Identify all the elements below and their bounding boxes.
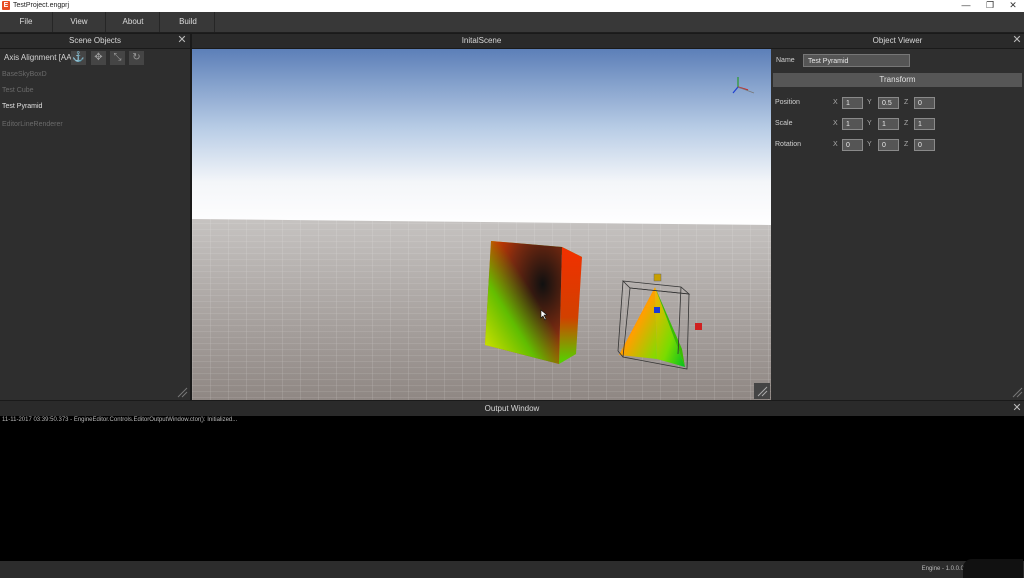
name-label: Name [776,57,795,64]
test-cube-model[interactable] [485,241,582,364]
scale-label: Scale [775,120,793,127]
resize-grip-icon[interactable] [176,386,188,398]
menu-about[interactable]: About [107,12,160,32]
position-y-input[interactable]: 0.5 [878,97,899,109]
object-viewer-close-icon[interactable]: ✕ [1011,34,1023,48]
position-x-input[interactable]: 1 [842,97,863,109]
object-viewer-panel: Name Test Pyramid Transform Position X 1… [771,49,1024,400]
scene-objects-panel: Axis Alignment [AA] ⚓ ✥ ⤡ ↻ BaseSkyBoxD … [0,49,190,400]
rotate-icon[interactable]: ↻ [129,51,144,65]
app-logo-icon: E [2,1,10,10]
rotation-x-label: X [833,141,838,148]
tree-item-line-renderer[interactable]: EditorLineRenderer [2,120,63,130]
menu-file[interactable]: File [0,12,53,32]
scale-z-input[interactable]: 1 [914,118,935,130]
status-text: Engine - 1.0.0.0 [921,566,964,572]
rotation-x-input[interactable]: 0 [842,139,863,151]
scene-objects-close-icon[interactable]: ✕ [176,34,188,48]
scene-render[interactable] [192,49,771,400]
scale-x-label: X [833,120,838,127]
status-bar: Engine - 1.0.0.0 [0,559,1024,578]
position-z-label: Z [904,99,909,106]
viewport-title: InitalScene [461,36,502,45]
log-line: 11-11-2017 03:39:50.373 - EngineEditor.C… [2,417,238,423]
object-viewer-header: Object Viewer [771,34,1024,48]
tree-item-test-cube[interactable]: Test Cube [2,86,34,96]
transform-section-header[interactable]: Transform [773,73,1022,87]
scale-icon[interactable]: ⤡ [110,51,125,65]
rotation-label: Rotation [775,141,802,148]
tree-item-test-pyramid[interactable]: Test Pyramid [2,102,42,112]
tree-item-skybox[interactable]: BaseSkyBoxD [2,70,47,80]
position-label: Position [775,99,800,106]
minimize-button[interactable]: — [955,0,977,12]
output-window-header: Output Window ✕ [0,401,1024,416]
rotation-y-input[interactable]: 0 [878,139,899,151]
title-bar: E TestProject.engprj — ❐ ✕ [0,0,1024,12]
output-console[interactable]: 11-11-2017 03:39:50.373 - EngineEditor.C… [0,416,1024,561]
position-z-input[interactable]: 0 [914,97,935,109]
scale-z-label: Z [904,120,909,127]
gizmo-x-handle-icon[interactable] [695,323,702,330]
scene-viewport[interactable] [192,49,771,400]
scene-objects-title: Scene Objects [68,36,122,45]
position-y-label: Y [867,99,872,106]
move-icon[interactable]: ✥ [91,51,106,65]
axis-alignment-label: Axis Alignment [AA] [4,53,74,62]
viewport-resize-grip-icon[interactable] [754,383,770,399]
output-window-title: Output Window [484,404,540,413]
axis-toolbar: Axis Alignment [AA] ⚓ ✥ ⤡ ↻ [0,49,190,67]
scale-y-input[interactable]: 1 [878,118,899,130]
rotation-y-label: Y [867,141,872,148]
viewport-header: InitalScene [192,34,771,48]
menu-bar: File View About Build [0,12,1024,33]
anchor-icon[interactable]: ⚓ [71,51,86,65]
position-x-label: X [833,99,838,106]
object-viewer-title: Object Viewer [872,36,923,45]
window-title: TestProject.engprj [13,2,70,9]
output-close-icon[interactable]: ✕ [1011,402,1023,416]
window-close-button[interactable]: ✕ [1002,0,1024,12]
gizmo-y-handle-icon[interactable] [653,273,662,282]
rotation-z-input[interactable]: 0 [914,139,935,151]
status-corner [963,559,1023,578]
menu-view[interactable]: View [53,12,106,32]
object-viewer-resize-grip-icon[interactable] [1011,386,1023,398]
object-name-input[interactable]: Test Pyramid [803,54,910,67]
scene-objects-header: Scene Objects [0,34,190,48]
scale-y-label: Y [867,120,872,127]
gizmo-z-handle-icon[interactable] [654,307,660,313]
rotation-z-label: Z [904,141,909,148]
scale-x-input[interactable]: 1 [842,118,863,130]
restore-button[interactable]: ❐ [979,0,1001,12]
menu-build[interactable]: Build [162,12,215,32]
